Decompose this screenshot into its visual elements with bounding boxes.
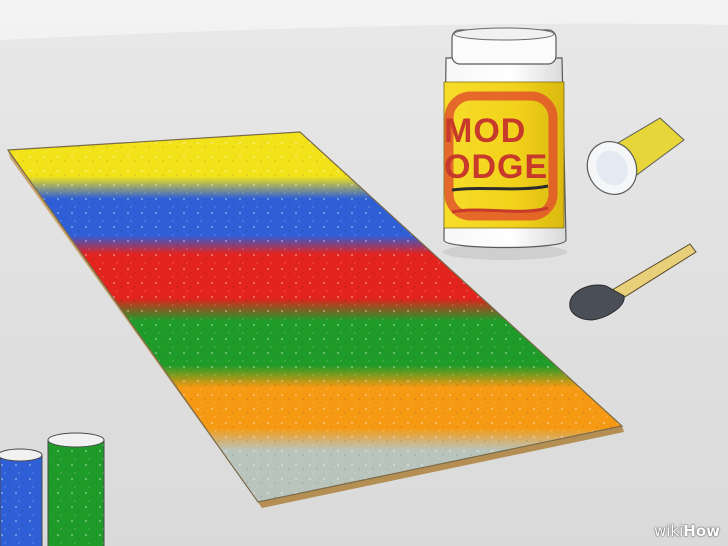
mod-podge-jar: MOD ODGE: [443, 27, 567, 260]
illustration-canvas: MOD ODGE wikiHow: [0, 0, 728, 546]
wikihow-watermark: wikiHow: [654, 522, 720, 540]
small-sand-jars: [0, 432, 105, 546]
jar-text-line1: MOD: [444, 112, 526, 150]
watermark-wiki: wiki: [653, 522, 684, 540]
watermark-how: How: [683, 522, 720, 540]
blue-sand-jar: [0, 448, 43, 546]
green-sand-jar: [47, 432, 105, 546]
craft-illustration: MOD ODGE: [0, 23, 728, 546]
jar-text-line2: ODGE: [444, 148, 548, 186]
